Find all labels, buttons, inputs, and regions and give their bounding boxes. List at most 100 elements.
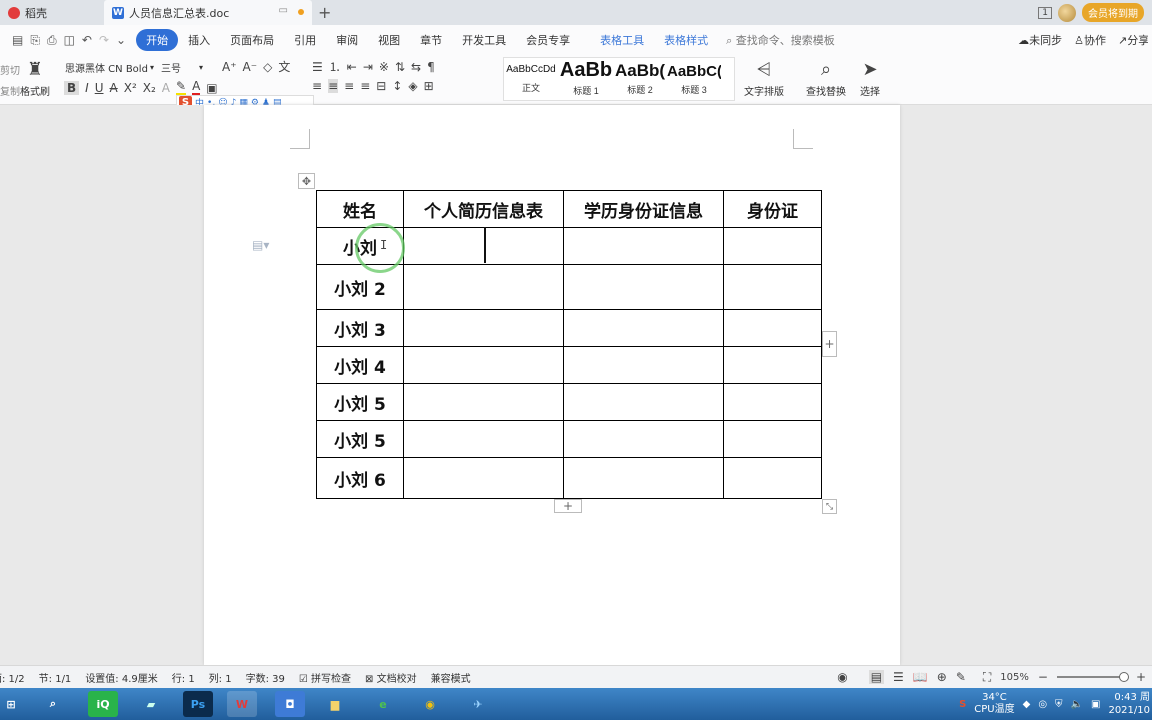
bird-app-icon[interactable]: ✈ [463, 691, 493, 717]
browser-ie-icon[interactable]: e [368, 691, 398, 717]
menu-tab-developer[interactable]: 开发工具 [452, 32, 516, 48]
zoom-slider[interactable] [1056, 672, 1129, 682]
table-cell[interactable] [403, 346, 564, 384]
text-direction-icon[interactable]: ⇆ [411, 60, 421, 74]
file-app-icon[interactable]: ▰ [136, 691, 166, 717]
table-cell[interactable] [403, 264, 564, 310]
menu-tab-page-layout[interactable]: 页面布局 [220, 32, 284, 48]
table-cell[interactable]: 小刘 5 [316, 420, 404, 458]
text-layout-button[interactable]: ⩤ 文字排版 [744, 59, 784, 98]
find-replace-button[interactable]: ⌕ 查找替换 [806, 59, 846, 98]
security-tray-icon[interactable]: ⛨ [1055, 699, 1063, 710]
proofread-button[interactable]: ⊠ 文档校对 [365, 670, 417, 685]
align-right-icon[interactable]: ≡ [344, 79, 354, 93]
reading-view-icon[interactable]: 📖 [913, 670, 928, 684]
superscript-icon[interactable]: X² [124, 81, 137, 95]
table-cell[interactable] [723, 227, 822, 265]
style-heading-1[interactable]: AaBb 标题 1 [559, 59, 613, 99]
undo-icon[interactable]: ↶ [82, 33, 92, 48]
header-cell[interactable]: 个人简历信息表 [403, 190, 564, 228]
highlight-icon[interactable]: ✎ [176, 79, 187, 96]
bold-icon[interactable]: B [64, 80, 80, 95]
strikethrough-icon[interactable]: A [110, 81, 118, 95]
table-cell[interactable] [563, 309, 724, 347]
bullet-list-icon[interactable]: ☰ [312, 60, 323, 74]
menu-tab-chapter[interactable]: 章节 [410, 32, 452, 48]
wps-app-icon[interactable]: W [227, 691, 257, 717]
sort-icon[interactable]: ⇅ [395, 60, 405, 74]
zoom-out-icon[interactable]: − [1038, 670, 1048, 684]
table-cell[interactable] [723, 264, 822, 310]
table-cell[interactable]: 小刘 3 [316, 309, 404, 347]
status-page[interactable]: 页面: 1/2 [0, 670, 25, 685]
table-cell[interactable] [403, 420, 564, 458]
iqiyi-app-icon[interactable]: iQ [88, 691, 118, 717]
status-words[interactable]: 字数: 39 [246, 670, 285, 685]
show-marks-icon[interactable]: ¶ [427, 60, 435, 74]
table-cell[interactable]: 小刘 4 [316, 346, 404, 384]
align-left-icon[interactable]: ≡ [312, 79, 322, 93]
table-cell[interactable] [563, 264, 724, 310]
avatar[interactable] [1058, 3, 1076, 22]
customize-dropdown-icon[interactable]: ⌄ [116, 33, 126, 48]
line-spacing-icon[interactable]: ↕ [392, 79, 402, 93]
align-center-icon[interactable]: ≡ [328, 79, 339, 93]
new-tab-button[interactable]: + [318, 3, 331, 22]
menu-tab-table-style[interactable]: 表格样式 [654, 32, 718, 48]
shrink-font-icon[interactable]: A⁻ [243, 60, 258, 74]
table-cell[interactable] [723, 309, 822, 347]
volume-icon[interactable]: 🔈 [1071, 699, 1083, 710]
redo-icon[interactable]: ↷ [99, 33, 109, 48]
table-cell[interactable] [723, 383, 822, 421]
menu-tab-table-tools[interactable]: 表格工具 [590, 32, 654, 48]
page-view-icon[interactable]: ▤ [868, 670, 885, 684]
sync-button[interactable]: ☁未同步 [1018, 32, 1062, 48]
tray-app-icon[interactable]: ◆ [1023, 699, 1031, 710]
zoom-level[interactable]: 105% [1000, 672, 1029, 683]
pinyin-icon[interactable]: 文 [278, 58, 290, 75]
grow-font-icon[interactable]: A⁺ [222, 60, 237, 74]
subscript-icon[interactable]: X₂ [143, 81, 156, 95]
menu-tab-start[interactable]: 开始 [136, 29, 179, 51]
chinese-layout-icon[interactable]: ※ [379, 60, 389, 74]
numbered-list-icon[interactable]: ⒈ [329, 58, 341, 75]
menu-tab-review[interactable]: 审阅 [326, 32, 368, 48]
decrease-indent-icon[interactable]: ⇤ [347, 60, 357, 74]
char-border-icon[interactable]: ▣ [206, 81, 217, 95]
chrome-app-icon[interactable]: ◉ [415, 691, 445, 717]
menu-tab-references[interactable]: 引用 [284, 32, 326, 48]
spell-check-button[interactable]: ☑ 拼写检查 [299, 670, 351, 685]
web-view-icon[interactable]: ⊕ [937, 670, 947, 684]
header-cell[interactable]: 身份证 [723, 190, 822, 228]
justify-icon[interactable]: ≡ [360, 79, 370, 93]
table-cell[interactable] [563, 346, 724, 384]
table-cell[interactable] [403, 457, 564, 499]
table-move-handle[interactable]: ✥ [298, 173, 315, 189]
table-cell[interactable] [563, 457, 724, 499]
table-cell[interactable] [723, 346, 822, 384]
shading-icon[interactable]: ◈ [408, 79, 417, 93]
outline-view-icon[interactable]: ☰ [893, 670, 904, 684]
style-heading-2[interactable]: AaBb( 标题 2 [613, 59, 667, 99]
select-button[interactable]: ➤ 选择 [860, 59, 880, 98]
header-cell[interactable]: 学历身份证信息 [563, 190, 724, 228]
messenger-app-icon[interactable]: ◘ [275, 691, 305, 717]
collaborate-button[interactable]: ♙协作 [1074, 32, 1106, 48]
borders-icon[interactable]: ⊞ [424, 79, 434, 93]
cut-button[interactable]: 剪切 [0, 62, 20, 77]
distribute-icon[interactable]: ⊟ [376, 79, 386, 93]
file-explorer-icon[interactable]: ▆ [320, 691, 350, 717]
table-cell[interactable]: 小刘 5 [316, 383, 404, 421]
format-painter-button[interactable]: ♜ 格式刷 [20, 59, 50, 98]
header-cell[interactable]: 姓名 [316, 190, 404, 228]
fit-page-icon[interactable]: ⛶ [983, 670, 991, 685]
print-preview-icon[interactable]: ◫ [64, 33, 75, 48]
add-row-button[interactable]: + [554, 499, 582, 513]
style-normal[interactable]: AaBbCcDd 正文 [504, 59, 558, 99]
style-heading-3[interactable]: AaBbC( 标题 3 [667, 59, 721, 99]
italic-icon[interactable]: I [85, 81, 89, 95]
command-search[interactable]: ⌕ 查找命令、搜索模板 [726, 32, 835, 48]
start-button[interactable]: ⊞ [0, 691, 22, 717]
clear-format-icon[interactable]: ◇ [263, 60, 272, 74]
copy-button[interactable]: 复制 [0, 83, 20, 98]
